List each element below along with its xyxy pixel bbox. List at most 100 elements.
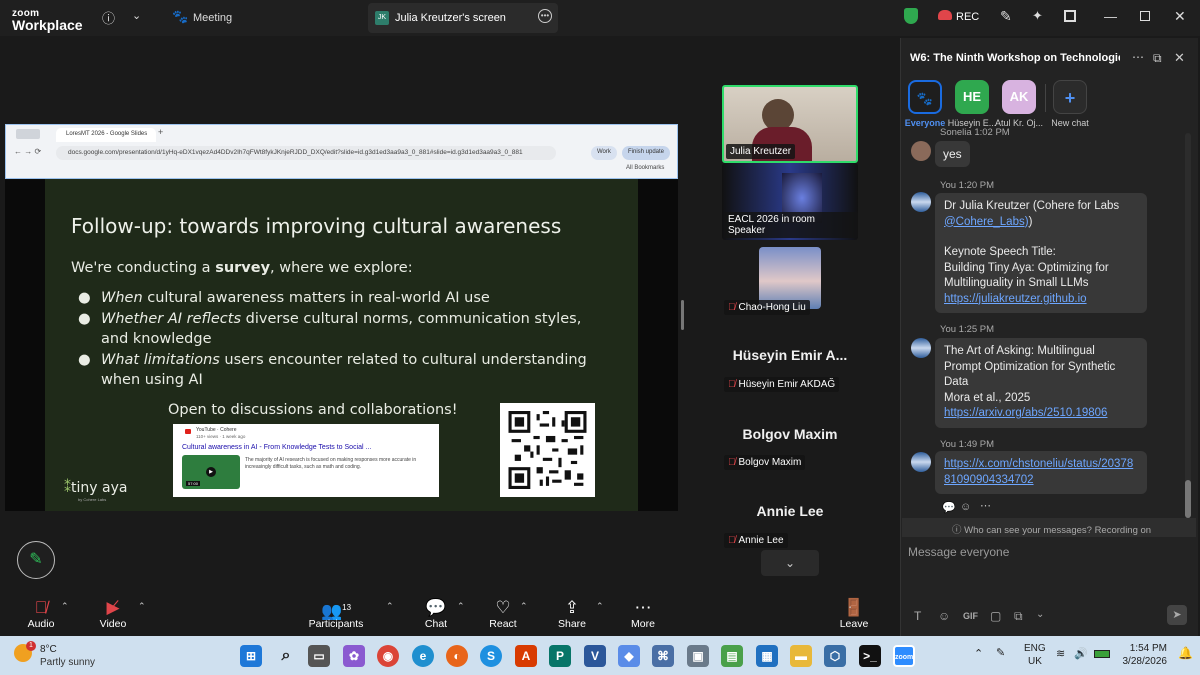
screenshot-icon[interactable]: ⧉ <box>1014 609 1023 624</box>
notification-bell-icon[interactable]: 🔔 <box>1178 646 1193 660</box>
gallery-scroll-down-button[interactable]: ⌄ <box>761 550 819 576</box>
message-more-icon[interactable]: ⋯ <box>980 499 991 512</box>
visio-icon[interactable]: V <box>584 645 606 667</box>
edge-icon[interactable]: e <box>412 645 434 667</box>
audio-caret-icon[interactable]: ⌃ <box>61 601 69 612</box>
weather-temp[interactable]: 8°C <box>40 644 57 655</box>
chat-scrollbar[interactable] <box>1185 133 1191 518</box>
participants-button[interactable]: 👥13 Participants <box>301 598 371 630</box>
clock-date[interactable]: 3/28/2026 <box>1115 656 1168 667</box>
task-view-icon[interactable]: ▭ <box>308 645 330 667</box>
message-bubble[interactable]: Dr Julia Kreutzer (Cohere for Labs @Cohe… <box>935 193 1147 313</box>
finish-update-button[interactable]: Finish update <box>622 146 671 160</box>
message-bubble[interactable]: https://x.com/chstoneliu/status/20378810… <box>935 451 1147 494</box>
gif-button[interactable]: GIF <box>963 611 978 621</box>
emoji-icon[interactable]: ☺ <box>938 609 950 623</box>
message-input[interactable]: Message everyone <box>908 545 1009 559</box>
profile-pill[interactable]: Work <box>591 146 617 160</box>
chevron-down-icon[interactable]: ⌄ <box>1036 609 1044 620</box>
send-button[interactable]: ➤ <box>1167 605 1187 625</box>
video-tile-room[interactable]: EACL 2026 in room Speaker <box>722 163 858 240</box>
privacy-note[interactable]: ⓘ Who can see your messages? Recording o… <box>952 522 1151 536</box>
rec-label[interactable]: REC <box>956 11 979 23</box>
battery-icon[interactable] <box>1094 650 1110 658</box>
recipient-label: Hüseyin E... <box>947 118 997 128</box>
recipient-avatar[interactable]: AK <box>1002 80 1036 114</box>
publisher-icon[interactable]: P <box>549 645 571 667</box>
pen-tray-icon[interactable]: ✎ <box>996 646 1005 659</box>
chevron-down-icon[interactable]: ⌄ <box>132 9 141 22</box>
info-icon[interactable]: ⓘ <box>102 8 115 27</box>
video-tile-julia[interactable]: Julia Kreutzer <box>722 85 858 163</box>
message-link[interactable]: https://arxiv.org/abs/2510.19806 <box>944 406 1138 422</box>
recipient-everyone-button[interactable]: 🐾 <box>908 80 942 114</box>
participants-caret-icon[interactable]: ⌃ <box>386 601 394 612</box>
more-options-icon[interactable]: ••• <box>538 9 552 23</box>
network-app-icon[interactable]: ⌘ <box>652 645 674 667</box>
acrobat-icon[interactable]: A <box>515 645 537 667</box>
more-button[interactable]: ⋯ More <box>608 598 678 630</box>
react-caret-icon[interactable]: ⌃ <box>520 601 528 612</box>
browser-sidebar-icon[interactable] <box>16 129 40 139</box>
panel-resize-handle[interactable] <box>681 300 684 330</box>
volume-icon[interactable]: 🔊 <box>1074 647 1088 660</box>
layout-icon[interactable] <box>1064 10 1076 22</box>
folder-icon[interactable]: ▬ <box>790 645 812 667</box>
chat-caret-icon[interactable]: ⌃ <box>457 601 465 612</box>
region-indicator[interactable]: UK <box>1028 656 1042 667</box>
chat-more-icon[interactable]: ⋯ <box>1132 50 1144 64</box>
copilot-icon[interactable]: ✿ <box>343 645 365 667</box>
gem-app-icon[interactable]: ◆ <box>618 645 640 667</box>
meeting-label[interactable]: Meeting <box>193 12 232 24</box>
firefox-icon[interactable]: ◐ <box>446 645 468 667</box>
close-icon[interactable]: ✕ <box>1174 8 1186 25</box>
tray-chevron-icon[interactable]: ⌃ <box>974 647 983 660</box>
chrome-icon[interactable]: ◉ <box>377 645 399 667</box>
chat-scrollbar-thumb[interactable] <box>1185 480 1191 518</box>
add-reaction-icon[interactable]: ☺ <box>960 501 971 513</box>
pencil-icon[interactable]: ✎ <box>1000 8 1012 25</box>
message-link[interactable]: https://juliakreutzer.github.io <box>944 292 1138 308</box>
tool-app-icon[interactable]: ▣ <box>687 645 709 667</box>
chart-app-icon[interactable]: ▤ <box>721 645 743 667</box>
browser-tab[interactable]: LoresMT 2026 - Google Slides <box>56 128 156 142</box>
chat-close-icon[interactable]: ✕ <box>1174 50 1185 66</box>
annotate-pencil-button[interactable]: ✎ <box>17 541 55 579</box>
wifi-icon[interactable]: ≋ <box>1056 647 1065 660</box>
message-link[interactable]: https://x.com/chstoneliu/status/20378810… <box>944 457 1138 488</box>
new-chat-button[interactable]: + <box>1053 80 1087 114</box>
all-bookmarks[interactable]: All Bookmarks <box>626 165 664 171</box>
search-icon[interactable]: ⌕ <box>275 645 297 667</box>
yt-title[interactable]: Cultural awareness in AI - From Knowledg… <box>182 444 371 451</box>
text-format-icon[interactable]: T <box>914 609 921 623</box>
new-tab-icon[interactable]: + <box>158 127 163 137</box>
lang-indicator[interactable]: ENG <box>1024 643 1046 654</box>
terminal-icon[interactable]: >_ <box>859 645 881 667</box>
url-bar[interactable]: docs.google.com/presentation/d/1yHq-eDX1… <box>56 146 556 160</box>
reply-icon[interactable]: 💬 <box>942 501 956 514</box>
play-icon[interactable]: ▶ <box>206 467 216 477</box>
message-bubble[interactable]: The Art of Asking: Multilingual Prompt O… <box>935 338 1147 428</box>
clock-time[interactable]: 1:54 PM <box>1121 643 1167 654</box>
recipient-avatar[interactable]: HE <box>955 80 989 114</box>
share-caret-icon[interactable]: ⌃ <box>596 601 604 612</box>
shield-icon[interactable] <box>904 8 918 24</box>
youtube-card[interactable]: YouTube · Cohere 110+ views · 1 week ago… <box>173 424 439 497</box>
leave-button[interactable]: 🚪 Leave <box>819 598 889 630</box>
virtualbox-icon[interactable]: ⬡ <box>824 645 846 667</box>
weather-desc[interactable]: Partly sunny <box>40 657 95 668</box>
file-icon[interactable]: ▢ <box>990 609 1001 623</box>
message-bubble[interactable]: yes <box>935 141 970 167</box>
video-caret-icon[interactable]: ⌃ <box>138 601 146 612</box>
nav-arrows-icon[interactable]: ← → ⟳ <box>14 147 41 156</box>
popout-icon[interactable]: ⧉ <box>1153 51 1162 66</box>
skype-icon[interactable]: S <box>480 645 502 667</box>
restore-icon[interactable] <box>1140 11 1150 21</box>
start-icon[interactable]: ⊞ <box>240 645 262 667</box>
yt-thumbnail[interactable]: ▶ 57:00 <box>182 455 240 489</box>
zoom-app-icon[interactable]: zoom <box>893 645 915 667</box>
share-tab-label[interactable]: Julia Kreutzer's screen <box>395 12 506 24</box>
sparkle-icon[interactable]: ✦ <box>1032 8 1043 24</box>
teams-app-icon[interactable]: ▦ <box>756 645 778 667</box>
minimize-icon[interactable]: — <box>1104 9 1117 24</box>
